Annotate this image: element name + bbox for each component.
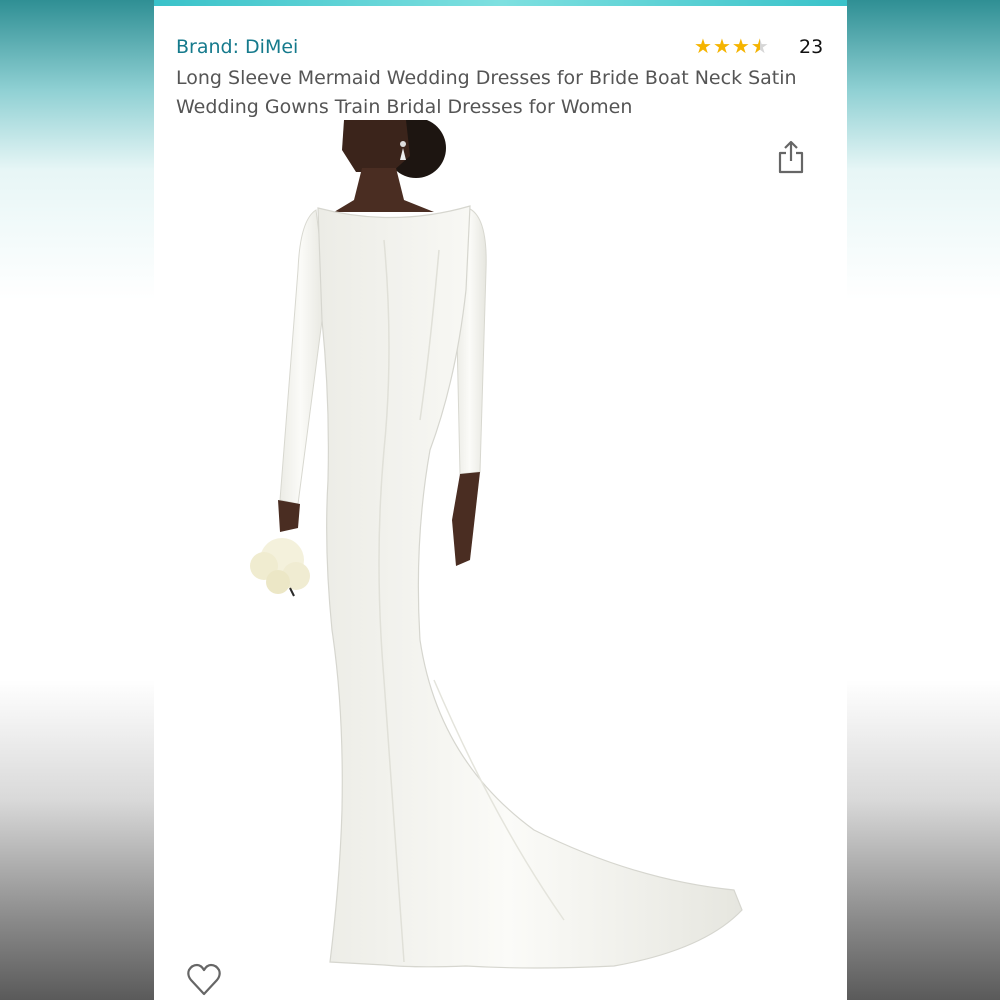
- review-count-link[interactable]: 23: [799, 36, 823, 58]
- share-button[interactable]: [774, 138, 808, 176]
- left-background: [0, 0, 154, 1000]
- product-card: Brand: DiMei ★★★★★ 23 Long Sleeve Mermai…: [154, 0, 847, 1000]
- brand-link[interactable]: Brand: DiMei: [176, 36, 298, 58]
- heart-icon: [187, 963, 221, 996]
- product-image[interactable]: [234, 118, 754, 1000]
- share-icon: [778, 140, 804, 174]
- star-full-icon: ★: [694, 34, 713, 58]
- star-full-icon: ★: [712, 34, 732, 58]
- wishlist-button[interactable]: [184, 960, 224, 1000]
- star-full-icon: ★: [731, 34, 751, 58]
- dress-illustration: [250, 118, 743, 969]
- right-background: [847, 0, 1000, 1000]
- star-rating[interactable]: ★★★★★: [694, 34, 770, 58]
- star-half-icon: ★★: [750, 34, 770, 58]
- top-accent-strip: [154, 0, 847, 6]
- product-title: Long Sleeve Mermaid Wedding Dresses for …: [176, 67, 797, 118]
